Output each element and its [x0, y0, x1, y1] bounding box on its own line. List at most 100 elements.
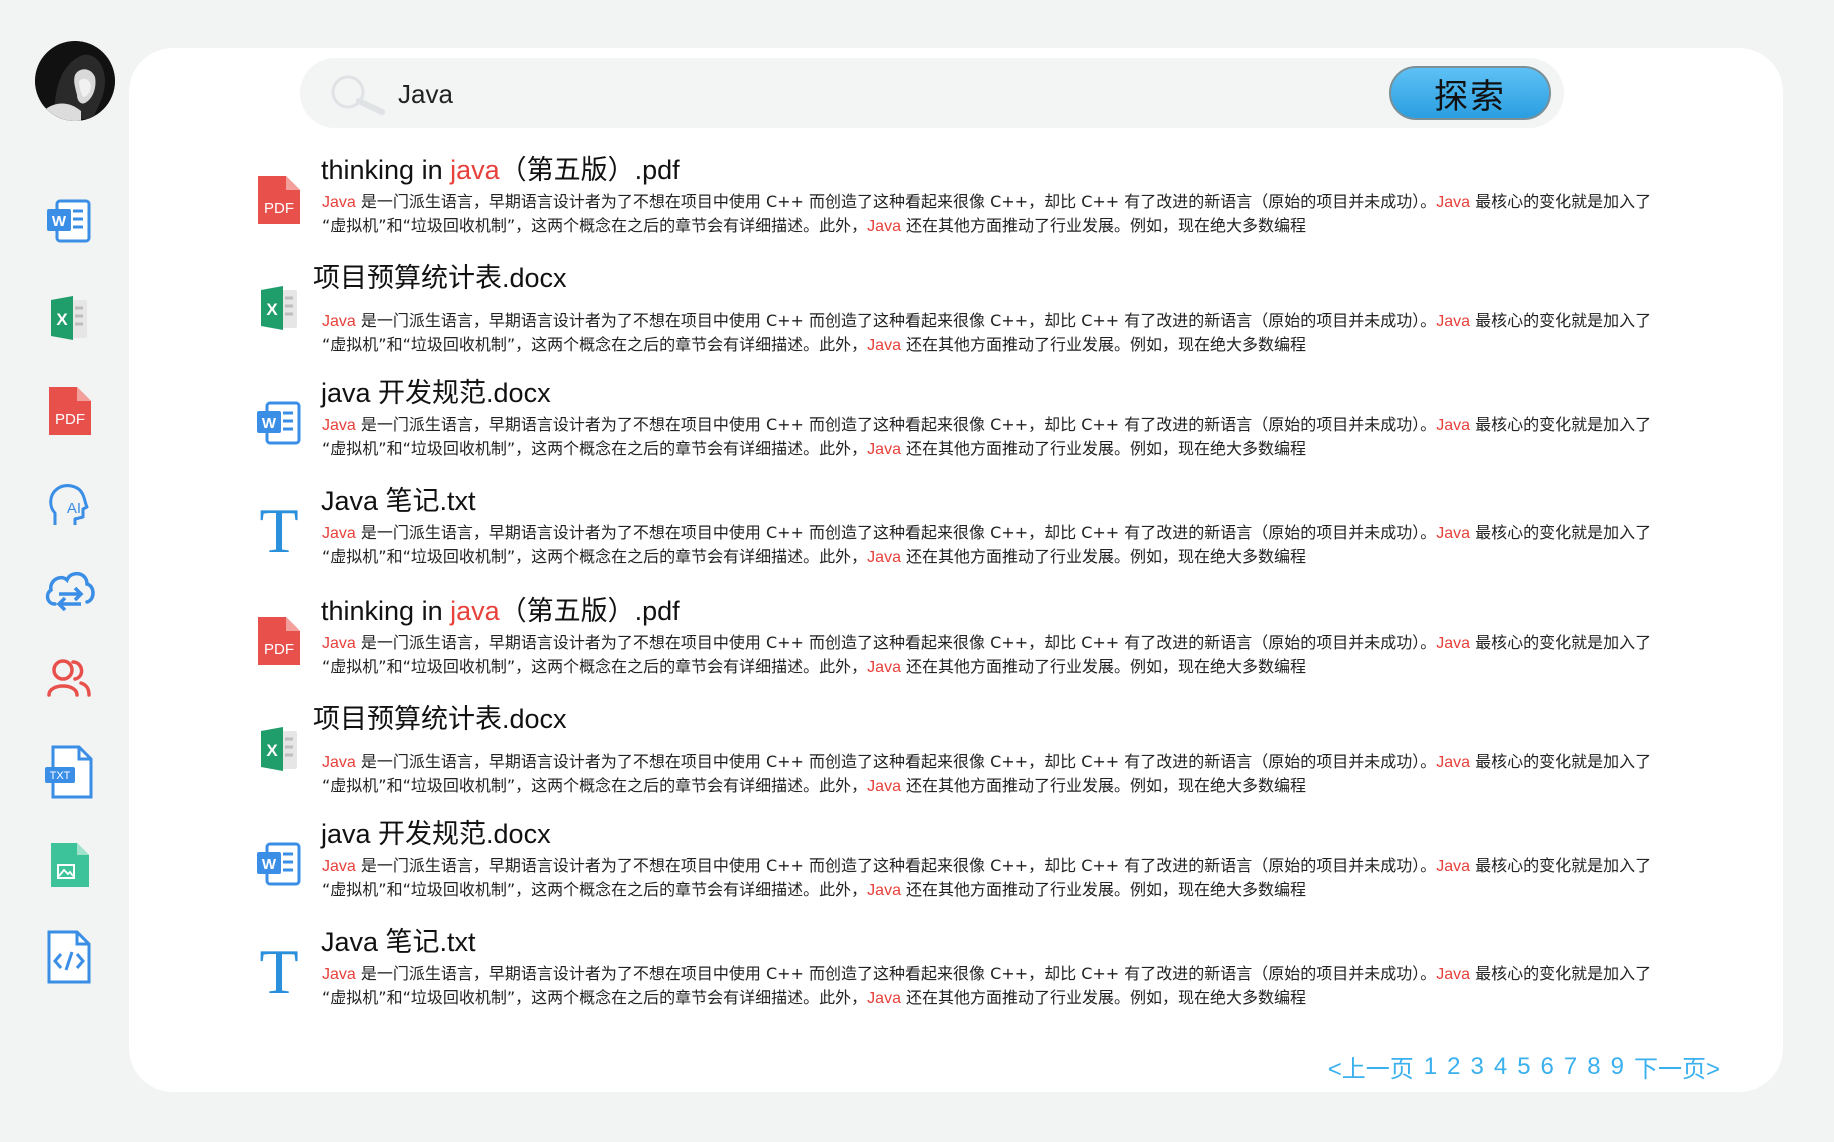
svg-text:TXT: TXT — [50, 770, 71, 782]
search-input[interactable] — [396, 71, 1300, 117]
snippet-text: 是一门派生语言，早期语言设计者为了不想在项目中使用 C++ 而创造了这种看起来很… — [355, 415, 1437, 434]
snippet-text: “虚拟机”和“垃圾回收机制”，这两个概念在之后的章节会有详细描述。此外， — [322, 776, 868, 795]
page-link[interactable]: 9 — [1611, 1053, 1624, 1081]
word-file-icon: W — [251, 393, 307, 453]
sidebar-item-cloud-sync[interactable] — [38, 559, 100, 621]
result-snippet: Java 是一门派生语言，早期语言设计者为了不想在项目中使用 C++ 而创造了这… — [322, 631, 1762, 679]
page-link[interactable]: 8 — [1587, 1053, 1600, 1081]
snippet-highlight: Java — [867, 549, 901, 566]
result-item[interactable]: Wjava 开发规范.docx Java 是一门派生语言，早期语言设计者为了不想在… — [129, 812, 1783, 912]
code-file-icon — [47, 930, 91, 984]
result-snippet: Java 是一门派生语言，早期语言设计者为了不想在项目中使用 C++ 而创造了这… — [322, 962, 1762, 1010]
result-title[interactable]: java 开发规范.docx — [321, 371, 551, 410]
svg-text:T: T — [259, 938, 298, 998]
prev-page-link[interactable]: <上一页 — [1328, 1049, 1414, 1084]
word-icon: W — [47, 199, 91, 243]
result-snippet: Java 是一门派生语言，早期语言设计者为了不想在项目中使用 C++ 而创造了这… — [322, 190, 1762, 238]
cloud-sync-icon — [45, 571, 95, 612]
pdf-file-icon: PDF — [251, 611, 307, 671]
result-title[interactable]: java 开发规范.docx — [321, 812, 551, 851]
word-file-icon: W — [251, 834, 307, 894]
snippet-text: 还在其他方面推动了行业发展。例如，现在绝大多数编程 — [900, 439, 1307, 458]
result-title-text: Java 笔记.txt — [321, 486, 476, 516]
avatar[interactable] — [35, 41, 115, 121]
snippet-text: 最核心的变化就是加入了 — [1470, 964, 1652, 983]
search-bar: 探索 — [300, 58, 1564, 128]
page-link[interactable]: 6 — [1541, 1053, 1554, 1081]
sidebar-item-word[interactable]: W — [38, 190, 100, 252]
result-item[interactable]: X 项目预算统计表.docx Java 是一门派生语言，早期语言设计者为了不想在项目… — [129, 697, 1783, 797]
page-link[interactable]: 3 — [1470, 1053, 1483, 1081]
page-link[interactable]: 1 — [1424, 1053, 1437, 1081]
svg-text:W: W — [262, 856, 277, 873]
result-title[interactable]: thinking in java（第五版）.pdf — [321, 589, 680, 628]
svg-text:PDF: PDF — [264, 641, 294, 658]
result-item[interactable]: PDF thinking in java（第五版）.pdf Java 是一门派生语言… — [129, 148, 1783, 248]
txt-icon: TXT — [45, 745, 93, 799]
snippet-highlight: Java — [1436, 417, 1471, 434]
snippet-highlight: Java — [867, 441, 901, 458]
result-title-highlight: java — [450, 596, 500, 626]
pdf-file-icon: PDF — [251, 170, 307, 230]
snippet-highlight: Java — [867, 882, 901, 899]
result-title-suffix: （第五版）.pdf — [499, 155, 680, 185]
result-title[interactable]: thinking in java（第五版）.pdf — [321, 148, 680, 187]
snippet-text: “虚拟机”和“垃圾回收机制”，这两个概念在之后的章节会有详细描述。此外， — [322, 335, 868, 354]
svg-text:W: W — [52, 213, 67, 230]
snippet-text: “虚拟机”和“垃圾回收机制”，这两个概念在之后的章节会有详细描述。此外， — [322, 988, 868, 1007]
result-title-text: 项目预算统计表.docx — [313, 704, 567, 734]
page-link[interactable]: 4 — [1494, 1053, 1507, 1081]
sidebar-item-users[interactable] — [38, 648, 100, 710]
snippet-highlight: Java — [867, 659, 901, 676]
sidebar-item-ai[interactable]: AI — [38, 474, 100, 536]
snippet-text: 最核心的变化就是加入了 — [1470, 192, 1652, 211]
svg-text:X: X — [266, 741, 278, 760]
page-link[interactable]: 7 — [1564, 1053, 1577, 1081]
snippet-highlight: Java — [867, 778, 901, 795]
results-panel: 探索 PDFthinking in java（第五版）.pdfJava 是一门派… — [129, 48, 1783, 1092]
snippet-text: 是一门派生语言，早期语言设计者为了不想在项目中使用 C++ 而创造了这种看起来很… — [355, 633, 1437, 652]
page-link[interactable]: 5 — [1517, 1053, 1530, 1081]
hooded-figure-icon — [35, 41, 115, 121]
sidebar-item-excel[interactable]: X — [38, 287, 100, 349]
result-item[interactable]: PDF thinking in java（第五版）.pdf Java 是一门派生语言… — [129, 589, 1783, 689]
excel-file-icon: X — [251, 719, 307, 779]
result-title[interactable]: 项目预算统计表.docx — [313, 697, 567, 736]
snippet-highlight: Java — [1436, 194, 1471, 211]
snippet-text: “虚拟机”和“垃圾回收机制”，这两个概念在之后的章节会有详细描述。此外， — [322, 547, 868, 566]
result-snippet: Java 是一门派生语言，早期语言设计者为了不想在项目中使用 C++ 而创造了这… — [322, 309, 1762, 357]
page-link[interactable]: 2 — [1447, 1053, 1460, 1081]
sidebar-item-code[interactable] — [38, 926, 100, 988]
snippet-highlight: Java — [1436, 313, 1471, 330]
snippet-text: 还在其他方面推动了行业发展。例如，现在绝大多数编程 — [900, 547, 1307, 566]
result-title-highlight: java — [450, 155, 500, 185]
snippet-highlight: Java — [322, 194, 356, 211]
snippet-text: 最核心的变化就是加入了 — [1470, 311, 1652, 330]
snippet-text: 是一门派生语言，早期语言设计者为了不想在项目中使用 C++ 而创造了这种看起来很… — [355, 856, 1437, 875]
sidebar-item-image[interactable] — [38, 834, 100, 896]
snippet-highlight: Java — [322, 754, 356, 771]
result-title[interactable]: Java 笔记.txt — [321, 920, 476, 959]
sidebar-item-pdf[interactable]: PDF — [38, 380, 100, 442]
pagination: <上一页 1 2 3 4 5 6 7 8 9 下一页> — [1323, 1049, 1725, 1084]
snippet-highlight: Java — [1436, 525, 1471, 542]
snippet-text: 最核心的变化就是加入了 — [1470, 856, 1652, 875]
snippet-highlight: Java — [322, 525, 356, 542]
svg-text:AI: AI — [67, 500, 81, 517]
result-item[interactable]: T Java 笔记.txt Java 是一门派生语言，早期语言设计者为了不想在项目中… — [129, 920, 1783, 1020]
result-title-suffix: （第五版）.pdf — [499, 596, 680, 626]
app-root: W X PDF AI TXT Java 探索 PDF thinking in j… — [0, 0, 1834, 1142]
result-item[interactable]: Wjava 开发规范.docx Java 是一门派生语言，早期语言设计者为了不想在… — [129, 371, 1783, 471]
next-page-link[interactable]: 下一页> — [1634, 1049, 1720, 1084]
snippet-highlight: Java — [867, 990, 901, 1007]
sidebar-item-txt[interactable]: TXT — [38, 741, 100, 803]
svg-text:X: X — [56, 310, 68, 329]
result-item[interactable]: T Java 笔记.txt Java 是一门派生语言，早期语言设计者为了不想在项目中… — [129, 479, 1783, 579]
result-title-text: Java 笔记.txt — [321, 927, 476, 957]
result-title[interactable]: Java 笔记.txt — [321, 479, 476, 518]
ai-icon: AI — [49, 484, 89, 525]
result-title[interactable]: 项目预算统计表.docx — [313, 256, 567, 295]
search-button[interactable]: 探索 — [1389, 66, 1551, 120]
result-item[interactable]: X 项目预算统计表.docx Java 是一门派生语言，早期语言设计者为了不想在项目… — [129, 256, 1783, 356]
snippet-text: 还在其他方面推动了行业发展。例如，现在绝大多数编程 — [900, 880, 1307, 899]
